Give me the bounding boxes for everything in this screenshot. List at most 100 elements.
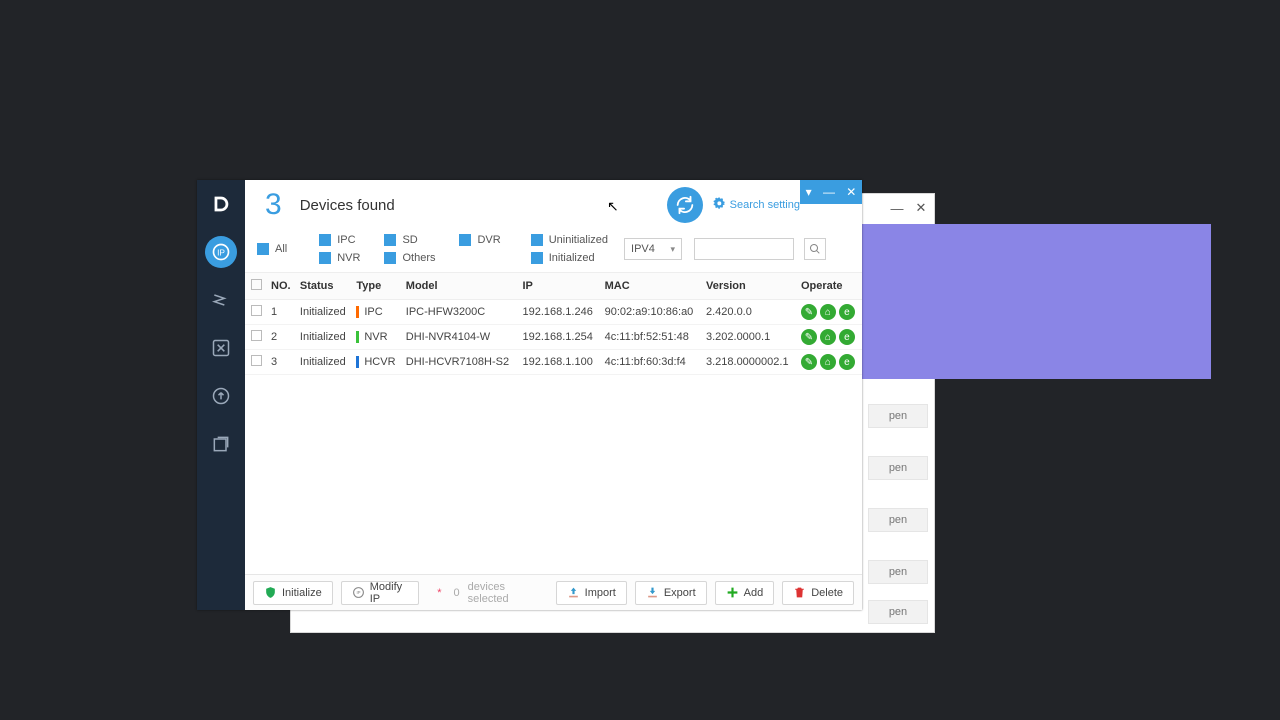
cell-operate: ✎⌂e (797, 300, 862, 325)
col-type[interactable]: Type (352, 273, 401, 300)
filter-nvr[interactable]: NVR (319, 252, 360, 264)
initialize-button[interactable]: Initialize (253, 581, 333, 605)
browser-button[interactable]: e (839, 304, 855, 320)
bg-close-button[interactable]: ✕ (914, 201, 928, 215)
row-checkbox[interactable] (251, 330, 262, 341)
sidebar-item-tools[interactable] (197, 324, 245, 372)
selected-label: devices selected (468, 581, 540, 605)
select-all-checkbox[interactable] (251, 279, 262, 290)
sidebar-item-settings[interactable] (197, 276, 245, 324)
bg-open-button-4[interactable]: pen (868, 560, 928, 584)
sidebar-item-ip[interactable]: IP (205, 236, 237, 268)
bg-open-button-1[interactable]: pen (868, 404, 928, 428)
cell-ip: 192.168.1.254 (518, 325, 600, 350)
svg-text:IP: IP (217, 247, 225, 257)
cell-type: HCVR (352, 350, 401, 375)
selected-count: 0 (454, 587, 460, 599)
sidebar-item-template[interactable] (197, 420, 245, 468)
ip-version-select[interactable]: IPV4 ▾ (624, 238, 682, 260)
cell-ip: 192.168.1.246 (518, 300, 600, 325)
filter-all[interactable]: All (257, 243, 287, 255)
required-star: * (437, 587, 441, 599)
trash-icon (793, 586, 806, 599)
sidebar-item-upload[interactable] (197, 372, 245, 420)
row-checkbox[interactable] (251, 355, 262, 366)
import-icon (567, 586, 580, 599)
svg-text:IP: IP (356, 590, 360, 595)
filter-sd[interactable]: SD (384, 234, 435, 246)
col-no[interactable]: NO. (267, 273, 296, 300)
cell-version: 3.218.0000002.1 (702, 350, 797, 375)
table-header-row: NO. Status Type Model IP MAC Version Ope… (245, 273, 862, 300)
table-row[interactable]: 3InitializedHCVRDHI-HCVR7108H-S2192.168.… (245, 350, 862, 375)
browser-button[interactable]: e (839, 354, 855, 370)
chevron-down-icon: ▾ (671, 244, 676, 255)
col-ip[interactable]: IP (518, 273, 600, 300)
plus-icon (726, 586, 739, 599)
cell-no: 3 (267, 350, 296, 375)
bottom-toolbar: Initialize IP Modify IP * 0 devices sele… (245, 574, 862, 610)
row-checkbox[interactable] (251, 305, 262, 316)
edit-button[interactable]: ✎ (801, 329, 817, 345)
bg-purple-panel (851, 224, 1211, 379)
search-input[interactable] (694, 238, 794, 260)
cell-no: 1 (267, 300, 296, 325)
page-title: Devices found (300, 197, 395, 214)
col-mac[interactable]: MAC (601, 273, 702, 300)
cell-no: 2 (267, 325, 296, 350)
browser-button[interactable]: e (839, 329, 855, 345)
cell-type: NVR (352, 325, 401, 350)
export-icon (646, 586, 659, 599)
search-icon (809, 243, 821, 255)
cell-ip: 192.168.1.100 (518, 350, 600, 375)
gear-icon (713, 197, 726, 213)
web-button[interactable]: ⌂ (820, 354, 836, 370)
cell-version: 3.202.0000.1 (702, 325, 797, 350)
modify-ip-button[interactable]: IP Modify IP (341, 581, 420, 605)
bg-open-button-5[interactable]: pen (868, 600, 928, 624)
add-button[interactable]: Add (715, 581, 775, 605)
search-setting-label: Search setting (730, 199, 800, 211)
import-button[interactable]: Import (556, 581, 627, 605)
filter-bar: All IPC NVR SD Others DVR Uninitialized … (245, 230, 862, 273)
cell-status: Initialized (296, 300, 352, 325)
main-panel: ▾ — ✕ 3 Devices found Search setting All… (245, 180, 862, 610)
col-model[interactable]: Model (402, 273, 519, 300)
export-button[interactable]: Export (635, 581, 707, 605)
cell-status: Initialized (296, 325, 352, 350)
bg-open-button-2[interactable]: pen (868, 456, 928, 480)
web-button[interactable]: ⌂ (820, 304, 836, 320)
cell-status: Initialized (296, 350, 352, 375)
bg-open-button-3[interactable]: pen (868, 508, 928, 532)
edit-button[interactable]: ✎ (801, 304, 817, 320)
edit-button[interactable]: ✎ (801, 354, 817, 370)
filter-ipc[interactable]: IPC (319, 234, 360, 246)
device-count: 3 (265, 188, 282, 222)
cell-model: DHI-HCVR7108H-S2 (402, 350, 519, 375)
filter-others[interactable]: Others (384, 252, 435, 264)
cell-model: IPC-HFW3200C (402, 300, 519, 325)
delete-button[interactable]: Delete (782, 581, 854, 605)
filter-dvr[interactable]: DVR (459, 234, 500, 246)
table-row[interactable]: 2InitializedNVRDHI-NVR4104-W192.168.1.25… (245, 325, 862, 350)
refresh-icon (674, 194, 696, 216)
refresh-button[interactable] (667, 187, 703, 223)
app-logo (197, 180, 245, 228)
filter-uninitialized[interactable]: Uninitialized (531, 234, 608, 246)
search-setting-link[interactable]: Search setting (713, 197, 800, 213)
cell-type: IPC (352, 300, 401, 325)
col-status[interactable]: Status (296, 273, 352, 300)
search-button[interactable] (804, 238, 826, 260)
header: 3 Devices found Search setting (245, 180, 862, 230)
filter-initialized[interactable]: Initialized (531, 252, 608, 264)
sidebar: IP (197, 180, 245, 610)
device-table: NO. Status Type Model IP MAC Version Ope… (245, 273, 862, 574)
table-row[interactable]: 1InitializedIPCIPC-HFW3200C192.168.1.246… (245, 300, 862, 325)
config-tool-window: IP ▾ — ✕ 3 Devices found (197, 180, 862, 610)
bg-minimize-button[interactable]: — (890, 201, 904, 215)
cell-model: DHI-NVR4104-W (402, 325, 519, 350)
web-button[interactable]: ⌂ (820, 329, 836, 345)
ip-icon: IP (352, 586, 365, 599)
cell-mac: 4c:11:bf:60:3d:f4 (601, 350, 702, 375)
col-version[interactable]: Version (702, 273, 797, 300)
